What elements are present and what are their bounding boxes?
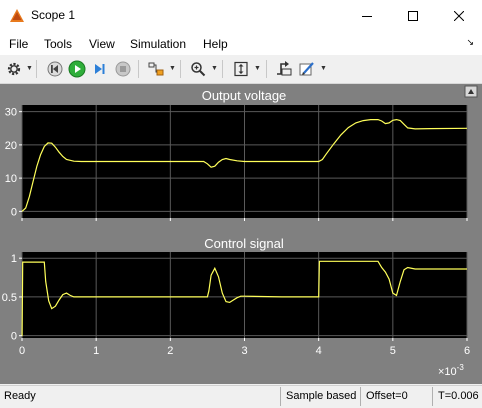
- menu-tools[interactable]: Tools: [44, 37, 72, 51]
- autoscale-button[interactable]: [230, 58, 252, 80]
- title-bar: Scope 1: [0, 0, 482, 31]
- highlight-block-icon: [148, 62, 164, 76]
- autoscale-dropdown-icon[interactable]: ▼: [254, 65, 261, 72]
- style-icon: [299, 62, 314, 76]
- x-tick-label: 4: [316, 345, 322, 357]
- style-dropdown-icon[interactable]: ▼: [320, 65, 327, 72]
- trigger-button[interactable]: [273, 58, 295, 80]
- scope-app-icon: [10, 9, 24, 22]
- step-forward-icon: [95, 64, 105, 74]
- close-button[interactable]: [436, 0, 482, 31]
- status-offset: Offset=0: [360, 387, 432, 406]
- bottom-plot-title: Control signal: [204, 236, 284, 251]
- y-tick-label: 1: [11, 253, 17, 265]
- stop-button[interactable]: [112, 58, 134, 80]
- toolbar: ▼ ▼ ▼ ▼ ▼: [0, 55, 482, 84]
- status-bar: Ready Sample based Offset=0 T=0.006: [0, 385, 482, 408]
- window-title: Scope 1: [31, 8, 76, 22]
- zoom-button[interactable]: [187, 58, 209, 80]
- minimize-icon: [362, 15, 372, 17]
- menu-view[interactable]: View: [89, 37, 115, 51]
- status-ready: Ready: [4, 390, 36, 402]
- menu-simulation[interactable]: Simulation: [130, 37, 186, 51]
- x-tick-label: 2: [167, 345, 173, 357]
- toolbar-separator: [266, 60, 267, 78]
- trigger-icon: [277, 61, 292, 76]
- step-back-icon: [47, 61, 63, 77]
- y-tick-label: 0.5: [2, 292, 17, 304]
- status-time: T=0.006: [432, 387, 482, 406]
- style-button[interactable]: [296, 58, 318, 80]
- menu-bar: File Tools View Simulation Help ↘: [0, 31, 482, 55]
- zoom-dropdown-icon[interactable]: ▼: [211, 65, 218, 72]
- settings-button[interactable]: [3, 58, 25, 80]
- highlight-dropdown-icon[interactable]: ▼: [169, 65, 176, 72]
- undock-plot-icon[interactable]: [464, 85, 478, 98]
- status-sample-mode: Sample based: [280, 387, 360, 406]
- x-tick-label: 0: [19, 345, 25, 357]
- settings-dropdown-icon[interactable]: ▼: [26, 65, 33, 72]
- toolbar-separator: [180, 60, 181, 78]
- menu-file[interactable]: File: [9, 37, 28, 51]
- stop-icon: [115, 61, 131, 77]
- run-icon: [68, 60, 86, 78]
- maximize-button[interactable]: [390, 0, 436, 31]
- scope-display: 0 10 20 30 0 1 2 3 4 5 6 0 0.5 1 Output voltage Cont…: [0, 84, 482, 384]
- x-tick-label: 5: [390, 345, 396, 357]
- step-forward-button[interactable]: [88, 58, 110, 80]
- y-tick-label: 20: [5, 140, 17, 152]
- menu-help[interactable]: Help: [203, 37, 228, 51]
- minimize-button[interactable]: [344, 0, 390, 31]
- x-tick-label: 1: [93, 345, 99, 357]
- maximize-icon: [408, 10, 418, 21]
- highlight-block-button[interactable]: [145, 58, 167, 80]
- y-tick-label: 10: [5, 173, 17, 185]
- x-tick-label: 3: [241, 345, 247, 357]
- y-tick-label: 0: [11, 331, 17, 343]
- top-plot-title: Output voltage: [202, 88, 287, 103]
- x-tick-label: 6: [464, 345, 470, 357]
- close-icon: [454, 10, 464, 21]
- scope-plots: 0 10 20 30 0 1 2 3 4 5 6 0 0.5 1 Output voltage Cont…: [2, 85, 478, 378]
- x-axis-multiplier: ×10-3: [438, 363, 464, 378]
- step-back-button[interactable]: [44, 58, 66, 80]
- dock-arrow-icon[interactable]: ↘: [466, 37, 474, 48]
- toolbar-separator: [222, 60, 223, 78]
- y-tick-label: 30: [5, 107, 17, 119]
- y-tick-label: 0: [11, 206, 17, 218]
- toolbar-separator: [36, 60, 37, 78]
- zoom-icon: [191, 62, 206, 77]
- gear-icon: [7, 62, 21, 76]
- run-button[interactable]: [66, 58, 88, 80]
- toolbar-separator: [138, 60, 139, 78]
- autoscale-icon: [234, 61, 248, 77]
